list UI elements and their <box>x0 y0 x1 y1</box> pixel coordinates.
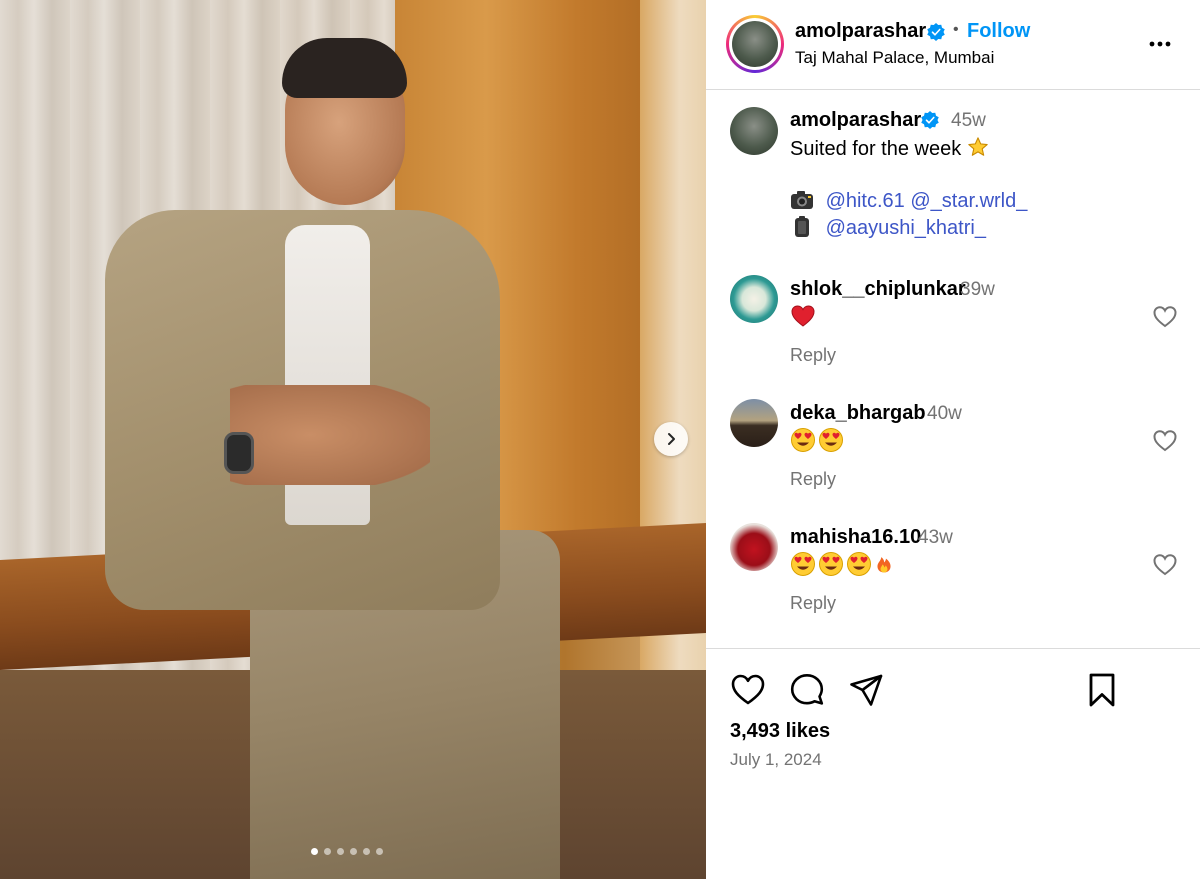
comment-text <box>790 427 844 453</box>
person-hands <box>230 385 430 485</box>
comment-item: mahisha16.10 43w Reply <box>706 518 1200 642</box>
heart-eyes-emoji-icon <box>791 552 815 576</box>
save-bookmark-icon[interactable] <box>1083 671 1121 709</box>
heart-outline-icon[interactable] <box>1152 552 1178 578</box>
post-location[interactable]: Taj Mahal Palace, Mumbai <box>795 48 994 68</box>
mention-link[interactable]: @_star.wrld_ <box>910 190 1027 212</box>
post-side-panel: amolparashar • Follow Taj Mahal Palace, … <box>706 0 1200 879</box>
commenter-avatar[interactable] <box>730 275 778 323</box>
caption-body: Suited for the week <box>790 138 962 160</box>
caption-credits-photo: @hitc.61 @_star.wrld_ <box>790 189 1027 213</box>
reply-button[interactable]: Reply <box>790 345 836 366</box>
separator-dot: • <box>953 21 959 38</box>
verified-badge-icon <box>921 111 939 129</box>
like-heart-icon[interactable] <box>729 671 767 709</box>
follow-button[interactable]: Follow <box>967 20 1030 43</box>
comment-bubble-icon[interactable] <box>788 671 826 709</box>
camera-emoji-icon <box>791 191 813 209</box>
author-avatar[interactable] <box>726 15 784 73</box>
comment-item: shlok__chiplunkar 39w Reply <box>706 270 1200 394</box>
caption-timestamp[interactable]: 45w <box>951 110 986 132</box>
heart-eyes-emoji-icon <box>791 428 815 452</box>
red-heart-emoji-icon <box>791 305 815 327</box>
carousel-dot <box>311 848 318 855</box>
post-header: amolparashar • Follow Taj Mahal Palace, … <box>706 0 1200 90</box>
comment-text <box>790 303 816 329</box>
likes-count[interactable]: 3,493 likes <box>730 720 830 743</box>
commenter-avatar[interactable] <box>730 523 778 571</box>
mention-link[interactable]: @hitc.61 <box>826 190 905 212</box>
caption-author-avatar[interactable] <box>730 107 778 155</box>
reply-button[interactable]: Reply <box>790 593 836 614</box>
carousel-dot <box>337 848 344 855</box>
person-hair <box>282 38 407 98</box>
comment-timestamp[interactable]: 43w <box>918 527 953 549</box>
person-watch <box>224 432 254 474</box>
author-username[interactable]: amolparashar <box>795 20 926 43</box>
more-options-icon[interactable] <box>1146 30 1174 58</box>
carousel-dot <box>324 848 331 855</box>
comment-timestamp[interactable]: 39w <box>960 279 995 301</box>
heart-eyes-emoji-icon <box>819 428 843 452</box>
carousel-dot <box>363 848 370 855</box>
carousel-dot <box>350 848 357 855</box>
post-date[interactable]: July 1, 2024 <box>730 750 822 770</box>
heart-outline-icon[interactable] <box>1152 304 1178 330</box>
heart-eyes-emoji-icon <box>819 552 843 576</box>
fire-emoji-icon <box>877 557 891 573</box>
mention-link[interactable]: @aayushi_khatri_ <box>826 217 986 239</box>
commenter-username[interactable]: mahisha16.10 <box>790 526 921 549</box>
garment-emoji-icon <box>795 216 809 237</box>
caption-author-username[interactable]: amolparashar <box>790 109 921 132</box>
commenter-avatar[interactable] <box>730 399 778 447</box>
carousel-dots <box>311 848 383 855</box>
heart-eyes-emoji-icon <box>847 552 871 576</box>
post-actions: 3,493 likes July 1, 2024 <box>706 648 1200 879</box>
comment-item: deka_bhargab 40w Reply <box>706 394 1200 518</box>
carousel-next-button[interactable] <box>654 422 688 456</box>
share-paper-plane-icon[interactable] <box>847 671 885 709</box>
chevron-right-icon <box>668 433 675 445</box>
reply-button[interactable]: Reply <box>790 469 836 490</box>
heart-outline-icon[interactable] <box>1152 428 1178 454</box>
star-emoji-icon <box>968 137 988 156</box>
comment-text <box>790 551 894 577</box>
post-photo[interactable] <box>0 0 706 879</box>
comment-timestamp[interactable]: 40w <box>927 403 962 425</box>
commenter-username[interactable]: deka_bhargab <box>790 402 926 425</box>
verified-badge-icon <box>927 23 945 41</box>
carousel-dot <box>376 848 383 855</box>
caption-text: Suited for the week <box>790 136 989 161</box>
caption-credits-style: @aayushi_khatri_ <box>790 216 986 240</box>
commenter-username[interactable]: shlok__chiplunkar <box>790 278 966 301</box>
